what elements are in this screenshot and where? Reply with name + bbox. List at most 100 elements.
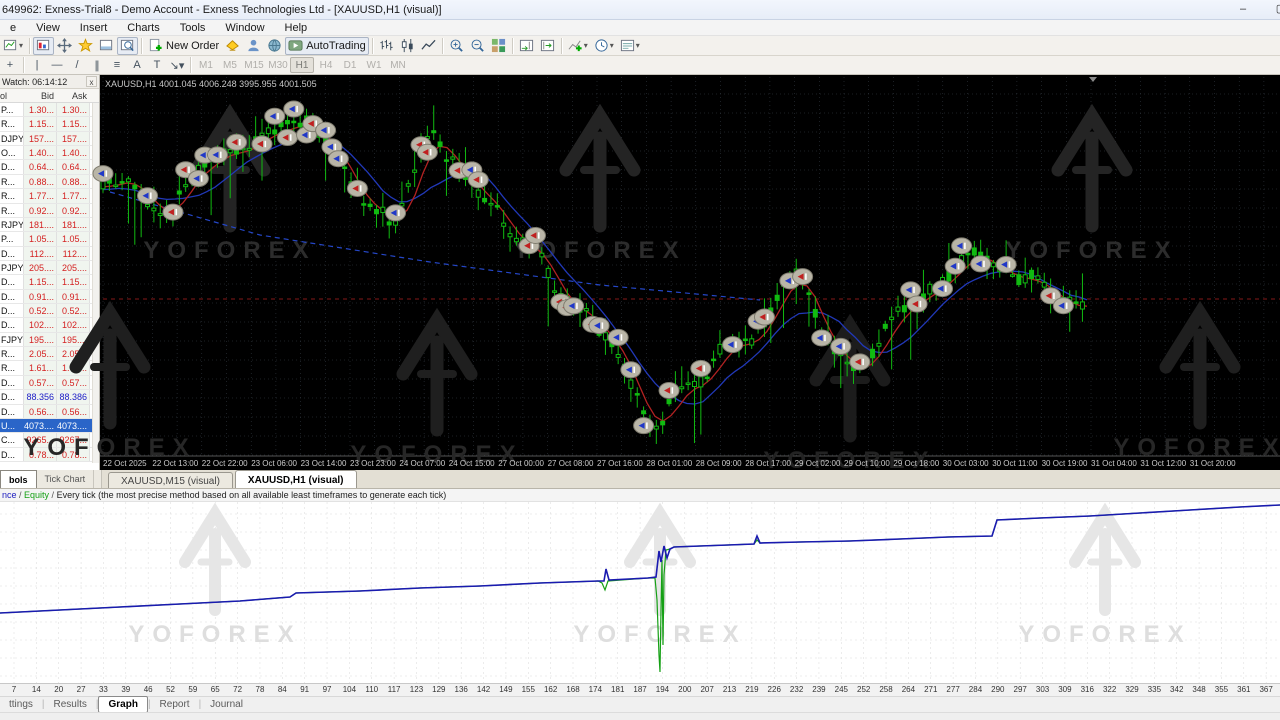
chart-shift-button[interactable] (537, 37, 558, 55)
x-tick-label: 219 (745, 685, 759, 694)
minimize-button[interactable]: – (1232, 2, 1254, 17)
terminal-button[interactable] (96, 37, 117, 55)
x-tick-label: 322 (1102, 685, 1117, 694)
chart-tab[interactable]: XAUUSD,H1 (visual) (234, 470, 357, 488)
time-axis-label: 22 Oct 2025 (103, 459, 147, 468)
x-tick-label: 117 (387, 685, 401, 694)
tick-method-label: Every tick (the most precise method base… (56, 490, 447, 500)
templates-button[interactable]: ▾ (617, 37, 643, 55)
fibonacci-icon[interactable]: ≡ (107, 57, 127, 74)
zoom-out-button[interactable] (467, 37, 488, 55)
chart-tab[interactable]: XAUUSD,M15 (visual) (108, 472, 233, 488)
tester-tab-results[interactable]: Results (45, 697, 96, 712)
tab-strip: bols Tick Chart XAUUSD,M15 (visual) XAUUSD… (0, 470, 1280, 489)
time-axis-label: 29 Oct 02:00 (795, 459, 841, 468)
status-bar (0, 712, 1280, 720)
chart-line-button[interactable] (418, 37, 439, 55)
periods-button[interactable]: ▾ (591, 37, 617, 55)
ohlc-label: XAUUSD,H1 4001.045 4006.248 3995.955 400… (105, 79, 317, 89)
chevron-down-icon: ▾ (583, 41, 588, 50)
x-tick-label: 123 (409, 685, 424, 694)
arrows-icon[interactable]: ↘▾ (167, 57, 187, 74)
timeframe-m15-button[interactable]: M15 (242, 57, 266, 73)
menu-item-help[interactable]: Help (275, 22, 318, 34)
x-tick-label: 232 (789, 685, 804, 694)
price-chart-canvas[interactable]: YOFOREX YOFOREX YOFOREXYOFOREX YOFOREX YOFOR… (0, 75, 1280, 470)
channel-icon[interactable]: ∥ (87, 57, 107, 74)
zoom-in-button[interactable] (446, 37, 467, 55)
equity-legend-label: Equity (24, 490, 50, 500)
svg-text:YOFOREX: YOFOREX (1018, 621, 1191, 648)
x-tick-label: 348 (1192, 685, 1206, 694)
time-axis-label: 28 Oct 01:00 (646, 459, 692, 468)
tile-windows-button[interactable] (488, 37, 509, 55)
chart-bars-icon (379, 38, 394, 53)
auto-scroll-icon (519, 38, 534, 53)
x-tick-label: 72 (233, 685, 243, 694)
timeframe-mn-button[interactable]: MN (386, 57, 410, 73)
horizontal-line-icon[interactable]: — (47, 57, 67, 74)
expert-advisors-button[interactable] (243, 37, 264, 55)
menu-item-charts[interactable]: Charts (117, 22, 169, 34)
market-watch-tab-tick-chart[interactable]: Tick Chart (37, 470, 95, 488)
new-chart-button[interactable]: ▾ (0, 37, 26, 55)
vertical-line-icon[interactable]: | (27, 57, 47, 74)
tester-tab-graph[interactable]: Graph (98, 696, 148, 713)
x-tick-label: 226 (767, 685, 781, 694)
menu-item-insert[interactable]: Insert (70, 22, 118, 34)
time-axis-label: 29 Oct 10:00 (844, 459, 890, 468)
svg-text:YOFOREX: YOFOREX (1005, 237, 1178, 264)
navigator-button[interactable] (75, 37, 96, 55)
chart-candles-icon (400, 38, 415, 53)
chart-shift-icon (540, 38, 555, 53)
menu-item-view[interactable]: View (26, 22, 70, 34)
maximize-button[interactable]: ▢ (1270, 2, 1280, 17)
tester-tab-report[interactable]: Report (151, 697, 199, 712)
cursor-crosshair-icon[interactable]: + (0, 57, 20, 74)
tester-tab-ttings[interactable]: ttings (0, 697, 42, 712)
menu-item-window[interactable]: Window (215, 22, 274, 34)
timeframe-d1-button[interactable]: D1 (338, 57, 362, 73)
x-tick-label: 284 (968, 685, 983, 694)
menu-item-e[interactable]: e (0, 22, 26, 34)
auto-scroll-button[interactable] (516, 37, 537, 55)
trendline-icon[interactable]: / (67, 57, 87, 74)
templates-icon (620, 38, 635, 53)
market-watch-button[interactable] (33, 36, 55, 55)
toolbar-separator (29, 37, 31, 54)
text-label-icon[interactable]: T (147, 57, 167, 74)
autotrading-button[interactable]: AutoTrading (285, 36, 369, 55)
chart-bars-button[interactable] (376, 37, 397, 55)
timeframe-m30-button[interactable]: M30 (266, 57, 290, 73)
chart-candles-button[interactable] (397, 37, 418, 55)
time-axis-label: 23 Oct 23:00 (350, 459, 396, 468)
indicators-button[interactable]: ▾ (565, 37, 591, 55)
metaeditor-button[interactable] (222, 37, 243, 55)
market-watch-tab-bols[interactable]: bols (0, 470, 37, 488)
timeframe-w1-button[interactable]: W1 (362, 57, 386, 73)
strategy-tester-icon (120, 38, 135, 53)
x-tick-label: 104 (342, 685, 357, 694)
terminal-icon (99, 38, 114, 53)
timeframe-h1-button[interactable]: H1 (290, 57, 314, 73)
x-tick-label: 59 (188, 685, 198, 694)
strategy-tester-button[interactable] (117, 36, 139, 55)
time-axis-label: 30 Oct 11:00 (992, 459, 1038, 468)
new-order-button[interactable]: New Order (145, 37, 222, 55)
x-tick-label: 271 (924, 685, 938, 694)
time-axis-label: 28 Oct 17:00 (745, 459, 791, 468)
data-window-button[interactable] (54, 37, 75, 55)
menu-item-tools[interactable]: Tools (170, 22, 216, 34)
x-tick-label: 187 (633, 685, 647, 694)
community-button[interactable] (264, 37, 285, 55)
text-icon[interactable]: A (127, 57, 147, 74)
timeframe-m1-button[interactable]: M1 (194, 57, 218, 73)
x-tick-label: 245 (834, 685, 848, 694)
tester-tab-journal[interactable]: Journal (201, 697, 252, 712)
toolbar-separator (511, 37, 513, 54)
x-tick-label: 342 (1170, 685, 1184, 694)
x-tick-label: 335 (1147, 685, 1162, 694)
timeframe-m5-button[interactable]: M5 (218, 57, 242, 73)
timeframe-h4-button[interactable]: H4 (314, 57, 338, 73)
tester-graph-canvas[interactable]: YOFOREX YOFOREX YOFOREX (0, 502, 1280, 683)
